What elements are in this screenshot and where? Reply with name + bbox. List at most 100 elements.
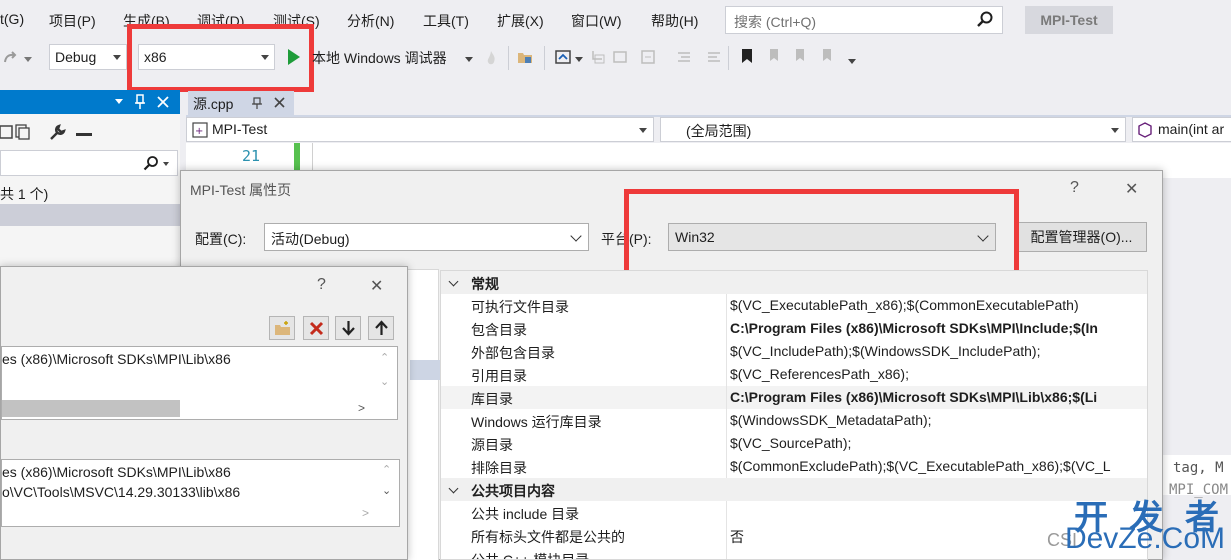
solution-config-value: Debug — [55, 49, 97, 65]
scroll-down-icon[interactable]: ⌄ — [382, 484, 391, 497]
close-button[interactable]: ✕ — [370, 276, 383, 296]
property-value: C:\Program Files (x86)\Microsoft SDKs\MP… — [730, 389, 1098, 405]
clear-bookmarks-icon[interactable] — [820, 48, 836, 64]
pin-icon[interactable] — [252, 97, 262, 109]
cpp-project-icon: + — [192, 122, 208, 138]
property-row[interactable]: 包含目录 C:\Program Files (x86)\Microsoft SD… — [441, 317, 1147, 340]
redo-dropdown-icon[interactable] — [24, 57, 32, 62]
property-row[interactable]: 公共 C++ 模块目录 — [441, 547, 1147, 559]
horizontal-scrollbar-thumb[interactable] — [2, 400, 180, 417]
properties-wrench-icon[interactable] — [48, 124, 66, 142]
property-row[interactable]: 排除目录 $(CommonExcludePath);$(VC_Executabl… — [441, 455, 1147, 478]
new-line-button[interactable] — [269, 316, 295, 340]
menu-help[interactable]: 帮助(H) — [651, 11, 698, 31]
selected-tree-node[interactable] — [410, 360, 440, 380]
play-icon[interactable] — [287, 48, 301, 66]
menu-window[interactable]: 窗口(W) — [571, 11, 622, 31]
inherited-values-list[interactable]: es (x86)\Microsoft SDKs\MPI\Lib\x86 o\VC… — [1, 459, 400, 527]
property-name: Windows 运行库目录 — [471, 414, 602, 430]
library-directories-dialog: ? ✕ es (x86)\Microsoft SDKs\MPI\Lib\x86 … — [0, 266, 408, 560]
search-options-icon[interactable] — [163, 162, 169, 166]
comment-lines-icon[interactable] — [676, 49, 692, 65]
code-line: tag, M — [1173, 460, 1224, 476]
menu-tools[interactable]: 工具(T) — [423, 11, 469, 31]
property-row[interactable]: Windows 运行库目录 $(WindowsSDK_MetadataPath)… — [441, 409, 1147, 432]
close-icon[interactable] — [274, 97, 285, 108]
move-down-button[interactable] — [335, 316, 361, 340]
selected-tree-row[interactable] — [0, 204, 180, 226]
property-row[interactable]: 引用目录 $(VC_ReferencesPath_x86); — [441, 363, 1147, 386]
prev-bookmark-icon[interactable] — [767, 48, 783, 64]
close-icon[interactable] — [157, 96, 169, 108]
member-nav-select[interactable]: main(int ar — [1132, 117, 1231, 142]
search-input[interactable]: 搜索 (Ctrl+Q) — [725, 6, 1003, 34]
property-row-selected[interactable]: 库目录 C:\Program Files (x86)\Microsoft SDK… — [441, 386, 1147, 409]
scroll-up-icon[interactable]: ⌃ — [380, 351, 389, 364]
collapse-icon[interactable] — [0, 124, 14, 140]
chevron-down-icon — [113, 55, 121, 60]
step-over-icon[interactable] — [612, 49, 628, 65]
delete-line-button[interactable] — [303, 316, 329, 340]
redo-icon[interactable] — [2, 50, 18, 66]
next-bookmark-icon[interactable] — [793, 48, 809, 64]
project-nav-select[interactable]: + MPI-Test — [186, 117, 654, 142]
menu-git[interactable]: t(G) — [0, 11, 24, 27]
scroll-right-icon[interactable]: > — [358, 401, 365, 415]
category-label: 常规 — [471, 276, 499, 292]
show-all-files-icon[interactable] — [14, 124, 30, 140]
property-name: 可执行文件目录 — [471, 299, 569, 315]
help-button[interactable]: ? — [317, 276, 326, 294]
dialog-title: MPI-Test 属性页 — [190, 182, 292, 198]
list-item[interactable]: es (x86)\Microsoft SDKs\MPI\Lib\x86 — [2, 351, 231, 367]
solution-explorer-header — [0, 90, 180, 114]
property-row[interactable]: 公共 include 目录 — [441, 501, 1147, 524]
solution-config-select[interactable]: Debug — [49, 44, 127, 70]
menu-extensions[interactable]: 扩展(X) — [497, 11, 544, 31]
property-row[interactable]: 所有标头文件都是公共的 否 — [441, 524, 1147, 547]
property-name: 公共 include 目录 — [471, 506, 580, 522]
move-up-button[interactable] — [368, 316, 394, 340]
step-out-icon[interactable] — [640, 49, 656, 65]
search-solution-input[interactable] — [0, 150, 178, 176]
start-debugger-button[interactable]: 本地 Windows 调试器 — [312, 48, 447, 68]
scroll-right-icon[interactable]: > — [362, 506, 369, 520]
home-window-icon[interactable] — [555, 49, 571, 65]
property-value: $(VC_SourcePath); — [730, 435, 852, 451]
tab-source-cpp[interactable]: 源.cpp — [188, 91, 294, 115]
method-cube-icon — [1138, 122, 1152, 138]
property-row[interactable]: 源目录 $(VC_SourcePath); — [441, 432, 1147, 455]
scope-nav-select[interactable]: (全局范围) — [660, 117, 1126, 142]
scroll-down-icon[interactable]: ⌄ — [380, 375, 389, 388]
debugger-dropdown-icon[interactable] — [465, 57, 473, 62]
search-icon[interactable] — [976, 10, 994, 28]
pin-icon[interactable] — [134, 94, 146, 110]
step-into-icon[interactable] — [590, 49, 606, 65]
directory-list[interactable]: es (x86)\Microsoft SDKs\MPI\Lib\x86 > ⌃ … — [1, 346, 398, 420]
menu-project[interactable]: 项目(P) — [49, 11, 96, 31]
property-value: C:\Program Files (x86)\Microsoft SDKs\MP… — [730, 320, 1098, 336]
config-manager-button[interactable]: 配置管理器(O)... — [1016, 222, 1147, 252]
category-general[interactable]: 常规 — [441, 271, 1147, 294]
property-row[interactable]: 可执行文件目录 $(VC_ExecutablePath_x86);$(Commo… — [441, 294, 1147, 317]
property-value: $(VC_ExecutablePath_x86);$(CommonExecuta… — [730, 297, 1079, 313]
bookmark-icon[interactable] — [739, 48, 755, 64]
help-button[interactable]: ? — [1070, 179, 1079, 197]
config-value: 活动(Debug) — [271, 231, 350, 247]
config-select[interactable]: 活动(Debug) — [264, 223, 589, 251]
close-button[interactable]: ✕ — [1125, 179, 1138, 199]
uncomment-lines-icon[interactable] — [706, 49, 722, 65]
chevron-down-icon — [448, 276, 459, 287]
property-row[interactable]: 外部包含目录 $(VC_IncludePath);$(WindowsSDK_In… — [441, 340, 1147, 363]
minus-icon[interactable] — [76, 133, 92, 136]
scope-nav-value: (全局范围) — [686, 123, 752, 139]
open-folder-icon[interactable] — [517, 49, 533, 65]
pane-dropdown-icon[interactable] — [115, 99, 123, 104]
toolbar-overflow-icon[interactable] — [848, 59, 856, 64]
home-dropdown-icon[interactable] — [575, 57, 583, 62]
menu-analyze[interactable]: 分析(N) — [347, 11, 394, 31]
scroll-up-icon[interactable]: ⌃ — [382, 463, 391, 476]
property-value: $(VC_IncludePath);$(WindowsSDK_IncludePa… — [730, 343, 1041, 359]
highlight-platform-box — [624, 189, 1019, 276]
hot-reload-icon[interactable] — [483, 50, 499, 66]
category-public-project-content[interactable]: 公共项目内容 — [441, 478, 1147, 501]
